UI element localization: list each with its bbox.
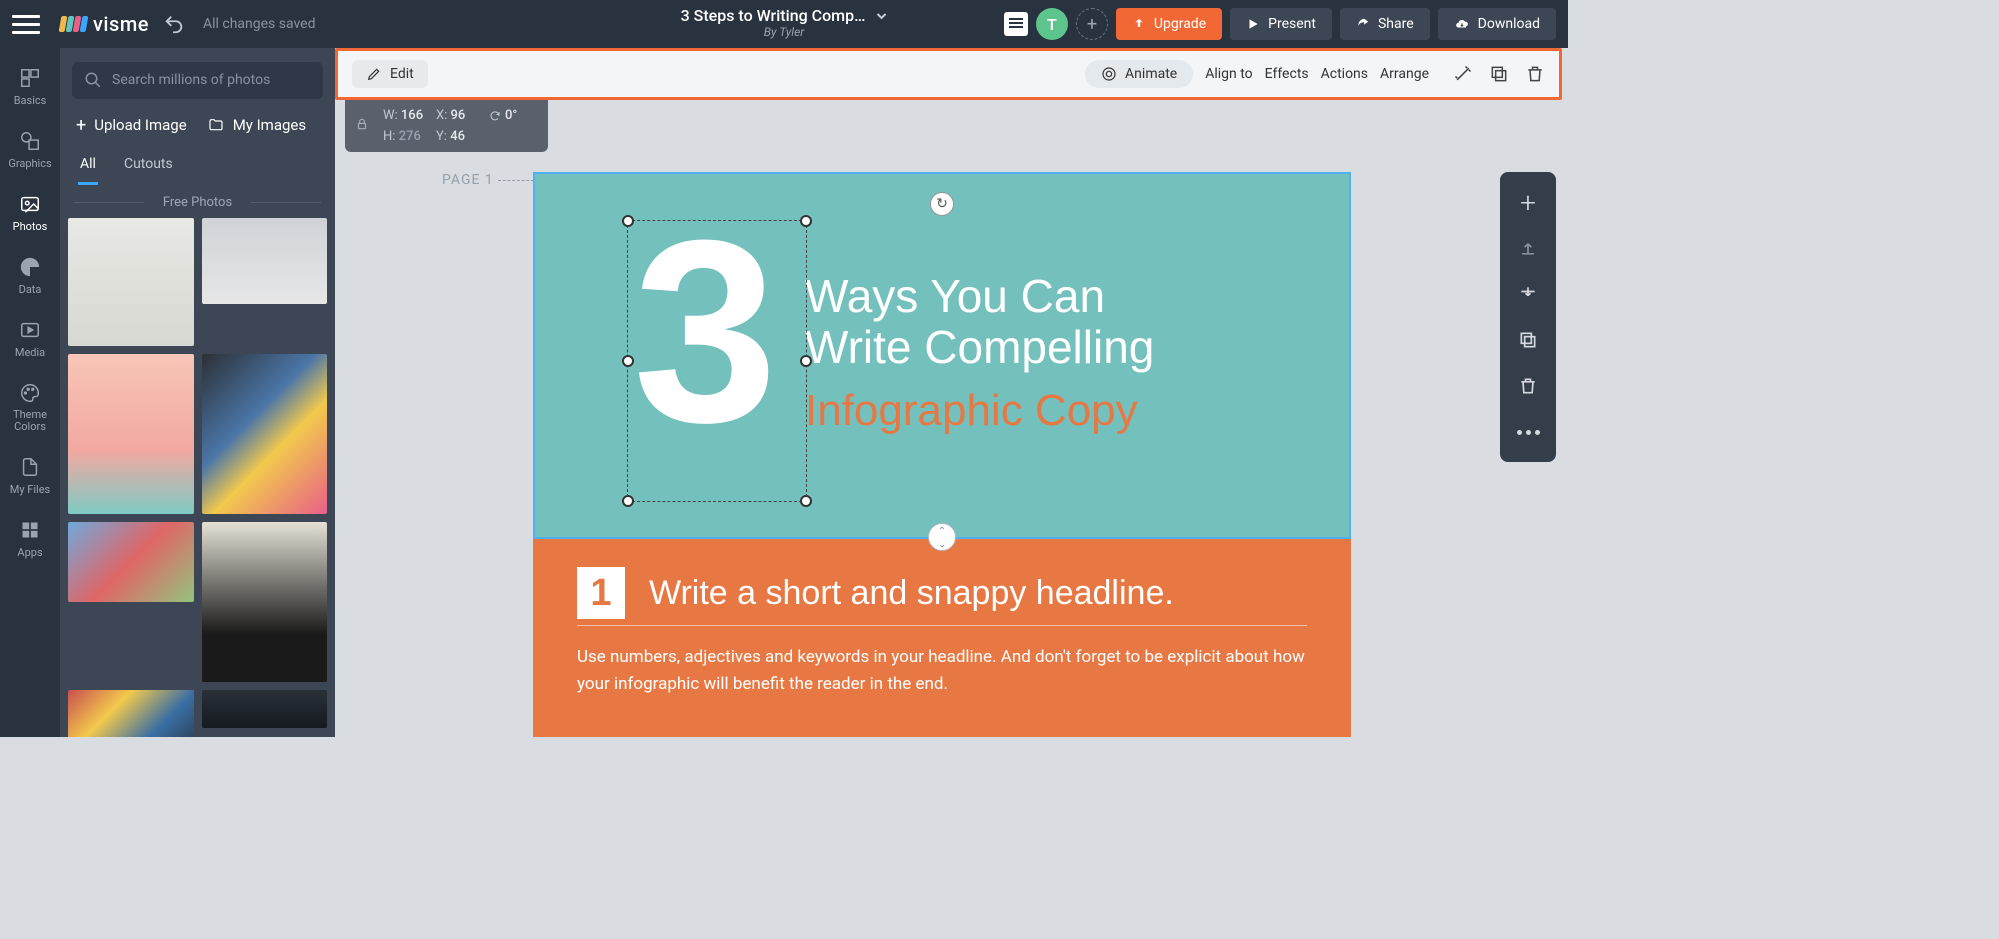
delete-page-icon[interactable] [1506, 364, 1550, 408]
download-button[interactable]: Download [1438, 8, 1556, 40]
headline-line-2[interactable]: Write Compelling [805, 320, 1154, 374]
sidebar-item-graphics[interactable]: Graphics [0, 125, 60, 174]
media-icon [18, 318, 42, 342]
share-icon [1356, 17, 1370, 31]
photos-icon [18, 192, 42, 216]
page[interactable]: ↻ 3 Ways You Can Write Compelling Infogr… [533, 172, 1351, 737]
document-title-block[interactable]: 3 Steps to Writing Comp… By Tyler [681, 6, 888, 39]
trash-icon[interactable] [1525, 64, 1545, 84]
sidebar-item-media[interactable]: Media [0, 314, 60, 363]
add-collaborator-button[interactable]: + [1076, 8, 1108, 40]
add-page-button[interactable]: + [1506, 180, 1550, 224]
rotate-handle[interactable]: ↻ [930, 192, 954, 216]
logo-mark-icon [60, 16, 87, 32]
step-number[interactable]: 1 [577, 567, 625, 619]
duplicate-icon[interactable] [1489, 64, 1509, 84]
pencil-icon [366, 66, 382, 82]
upgrade-button[interactable]: Upgrade [1116, 8, 1222, 40]
logo[interactable]: visme [60, 12, 149, 36]
sidebar-item-apps[interactable]: Apps [0, 514, 60, 563]
plus-icon: + [76, 115, 86, 136]
align-to-button[interactable]: Align to [1205, 66, 1252, 82]
cloud-download-icon [1454, 17, 1470, 31]
infographic-header[interactable]: ↻ 3 Ways You Can Write Compelling Infogr… [533, 172, 1351, 539]
section-free-photos: Free Photos [60, 195, 335, 210]
step-title[interactable]: Write a short and snappy headline. [649, 574, 1174, 613]
edit-button[interactable]: Edit [352, 60, 428, 88]
menu-icon[interactable] [12, 10, 40, 38]
upload-page-icon[interactable] [1506, 226, 1550, 270]
avatar[interactable]: T [1036, 8, 1068, 40]
tab-cutouts[interactable]: Cutouts [122, 150, 175, 185]
photos-panel: Search millions of photos + Upload Image… [60, 48, 335, 737]
play-icon [1246, 17, 1260, 31]
notes-icon[interactable] [1004, 12, 1028, 36]
search-input[interactable]: Search millions of photos [72, 62, 323, 99]
photo-grid [60, 218, 335, 737]
graphics-icon [18, 129, 42, 153]
insert-icon[interactable] [1506, 272, 1550, 316]
arrange-button[interactable]: Arrange [1380, 66, 1429, 82]
palette-icon [18, 381, 42, 405]
photo-thumb[interactable] [202, 690, 328, 728]
document-byline: By Tyler [681, 25, 888, 39]
magic-wand-icon[interactable] [1453, 64, 1473, 84]
selection-box[interactable] [627, 220, 807, 502]
infographic-body[interactable]: 1 Write a short and snappy headline. Use… [533, 539, 1351, 737]
sidebar-item-data[interactable]: Data [0, 251, 60, 300]
basics-icon [18, 66, 42, 90]
save-status: All changes saved [203, 16, 316, 32]
headline-line-1[interactable]: Ways You Can [805, 269, 1105, 323]
document-title: 3 Steps to Writing Comp… [681, 6, 866, 25]
page-label: PAGE 1 [442, 172, 534, 188]
folder-icon [207, 117, 225, 133]
photo-thumb[interactable] [68, 690, 194, 737]
photo-thumb[interactable] [68, 522, 194, 602]
search-icon [84, 71, 102, 89]
duplicate-page-icon[interactable] [1506, 318, 1550, 362]
sidebar-item-theme-colors[interactable]: Theme Colors [0, 377, 60, 437]
sidebar-item-photos[interactable]: Photos [0, 188, 60, 237]
panel-tabs: All Cutouts [60, 146, 335, 185]
my-images-button[interactable]: My Images [207, 116, 306, 134]
photo-thumb[interactable] [68, 354, 194, 514]
chevron-down-icon [875, 10, 887, 22]
logo-text: visme [93, 12, 149, 36]
canvas[interactable]: PAGE 1 ↻ 3 Ways You Can Write Compelling… [335, 100, 1568, 737]
context-toolbar: Edit Animate Align to Effects Actions Ar… [335, 48, 1562, 100]
photo-thumb[interactable] [202, 354, 328, 514]
left-sidebar: Basics Graphics Photos Data Media Theme … [0, 48, 60, 737]
present-button[interactable]: Present [1230, 8, 1332, 40]
apps-icon [18, 518, 42, 542]
expand-handle[interactable]: ⌃⌃ [928, 523, 956, 551]
more-icon[interactable] [1506, 410, 1550, 454]
files-icon [18, 455, 42, 479]
page-tools: + [1500, 172, 1556, 462]
top-bar: visme All changes saved 3 Steps to Writi… [0, 0, 1568, 48]
animate-icon [1101, 66, 1117, 82]
sidebar-item-my-files[interactable]: My Files [0, 451, 60, 500]
photo-thumb[interactable] [68, 218, 194, 346]
effects-button[interactable]: Effects [1265, 66, 1309, 82]
share-button[interactable]: Share [1340, 8, 1430, 40]
headline-line-3[interactable]: Infographic Copy [805, 386, 1138, 436]
step-body[interactable]: Use numbers, adjectives and keywords in … [577, 644, 1307, 698]
animate-button[interactable]: Animate [1085, 60, 1193, 88]
upload-icon [1132, 17, 1146, 31]
photo-thumb[interactable] [202, 522, 328, 682]
data-icon [18, 255, 42, 279]
undo-icon[interactable] [163, 13, 185, 35]
actions-button[interactable]: Actions [1321, 66, 1368, 82]
tab-all[interactable]: All [78, 150, 98, 185]
sidebar-item-basics[interactable]: Basics [0, 62, 60, 111]
upload-image-button[interactable]: + Upload Image [76, 115, 187, 136]
photo-thumb[interactable] [202, 218, 328, 304]
